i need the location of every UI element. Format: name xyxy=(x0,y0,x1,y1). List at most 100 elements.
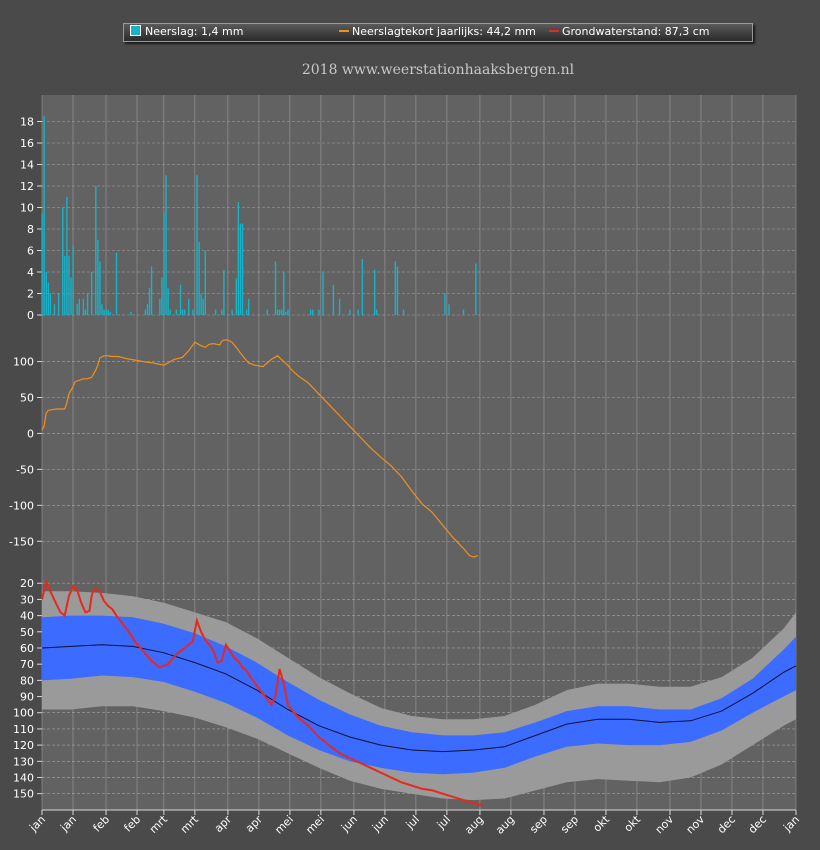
rain-bar xyxy=(287,309,289,315)
y-tick-label: 50 xyxy=(20,392,34,405)
x-tick-label: jan xyxy=(57,813,79,835)
legend-label-neerslagtekort: Neerslagtekort jaarlijks: 44,2 mm xyxy=(352,25,536,38)
rain-bar xyxy=(202,298,204,315)
rain-bar xyxy=(163,212,165,315)
y-tick-label: 130 xyxy=(13,755,34,768)
rain-bar xyxy=(462,309,465,315)
x-tick-label: feb xyxy=(121,813,143,835)
rain-bar xyxy=(318,309,320,315)
y-tick-label: 16 xyxy=(20,137,34,150)
x-tick-label: okt xyxy=(622,812,644,834)
rain-bar xyxy=(312,309,314,315)
rain-bar xyxy=(99,261,101,315)
rain-bar xyxy=(101,304,103,315)
legend-line-grondwaterstand xyxy=(549,30,559,32)
x-tick-label: jul xyxy=(403,813,422,832)
y-tick-label: 10 xyxy=(20,202,34,215)
rain-bar xyxy=(361,259,363,315)
rain-bar xyxy=(181,309,184,315)
x-tick-label: dec xyxy=(715,813,738,836)
x-tick-label: mrt xyxy=(178,812,202,836)
rain-bar xyxy=(70,277,72,315)
legend-label-grondwaterstand: Grondwaterstand: 87,3 cm xyxy=(562,25,710,38)
rain-bar xyxy=(72,245,74,315)
x-tick-label: aug xyxy=(462,813,486,837)
rain-bar xyxy=(103,309,105,315)
rain-bar xyxy=(376,309,378,315)
rain-bar xyxy=(266,309,268,315)
rain-bar xyxy=(444,293,446,315)
rain-bar xyxy=(332,284,335,315)
legend-item-neerslagtekort: Neerslagtekort jaarlijks: 44,2 mm xyxy=(339,25,536,38)
y-tick-label: 40 xyxy=(20,610,34,623)
rain-bar xyxy=(43,116,45,315)
legend-swatch-neerslag xyxy=(130,25,141,36)
rain-bar xyxy=(349,309,351,315)
rain-bar xyxy=(179,284,182,315)
rain-bar xyxy=(188,298,190,315)
x-tick-label: mei xyxy=(272,813,296,837)
y-tick-label: 120 xyxy=(13,739,34,752)
y-tick-label: 110 xyxy=(13,723,34,736)
x-tick-label: jan xyxy=(26,813,48,835)
rain-bar xyxy=(245,309,248,315)
y-tick-label: 2 xyxy=(27,288,34,301)
y-tick-label: -150 xyxy=(9,535,34,548)
rain-bar xyxy=(394,261,397,315)
rain-bar xyxy=(84,309,87,315)
rain-bar xyxy=(322,272,324,315)
x-tick-label: sep xyxy=(558,813,581,836)
rain-bar xyxy=(402,309,405,315)
y-tick-label: 50 xyxy=(20,626,34,639)
rain-bar xyxy=(90,272,93,315)
legend: Neerslag: 1,4 mm Neerslagtekort jaarlijk… xyxy=(123,23,753,42)
rain-bar xyxy=(204,250,206,315)
x-tick-label: mrt xyxy=(147,812,171,836)
rain-bar xyxy=(62,207,64,315)
x-tick-label: okt xyxy=(591,812,613,834)
rain-bar xyxy=(97,239,99,315)
x-tick-label: jun xyxy=(338,813,360,835)
rain-bar xyxy=(223,269,225,315)
rain-bar xyxy=(161,277,163,315)
rain-bar xyxy=(68,255,70,315)
y-tick-label: 14 xyxy=(20,159,34,172)
x-tick-label: apr xyxy=(212,813,234,835)
rain-bar xyxy=(165,175,167,315)
rain-bar xyxy=(396,266,399,315)
x-tick-label: jul xyxy=(434,813,453,832)
rain-bar xyxy=(196,175,198,315)
rain-bar xyxy=(198,241,200,315)
rain-bar xyxy=(95,186,97,315)
legend-item-grondwaterstand: Grondwaterstand: 87,3 cm xyxy=(549,25,710,38)
y-tick-label: 70 xyxy=(20,658,34,671)
x-axis: jan jan feb feb mrt mrt apr apr mei mei jun jun jul j… xyxy=(26,809,802,837)
rain-bar xyxy=(214,309,217,315)
x-tick-label: sep xyxy=(527,813,550,836)
rain-bar xyxy=(475,263,477,315)
rain-bar xyxy=(221,309,223,315)
rain-bar xyxy=(235,278,237,315)
x-tick-label: jun xyxy=(369,813,391,835)
rain-bar xyxy=(53,304,56,315)
rain-bar xyxy=(309,309,312,315)
rain-bar xyxy=(105,309,107,315)
y-tick-label: -100 xyxy=(9,499,34,512)
rain-bar xyxy=(200,293,202,315)
y-tick-label: 140 xyxy=(13,771,34,784)
rain-bar xyxy=(107,309,109,315)
x-tick-label: nov xyxy=(684,813,708,837)
rain-bar xyxy=(237,202,240,315)
rain-bar xyxy=(146,304,149,315)
rain-bar xyxy=(144,309,147,315)
x-tick-label: mei xyxy=(303,813,327,837)
rain-bar xyxy=(66,196,68,315)
y-tick-label: 4 xyxy=(27,266,34,279)
legend-line-neerslagtekort xyxy=(339,30,349,32)
rain-bar xyxy=(47,282,49,315)
y-tick-label: 80 xyxy=(20,674,34,687)
rain-bar xyxy=(373,269,376,315)
rain-bar xyxy=(278,309,281,315)
y-tick-label: 0 xyxy=(27,309,34,322)
rain-bar xyxy=(57,293,60,315)
